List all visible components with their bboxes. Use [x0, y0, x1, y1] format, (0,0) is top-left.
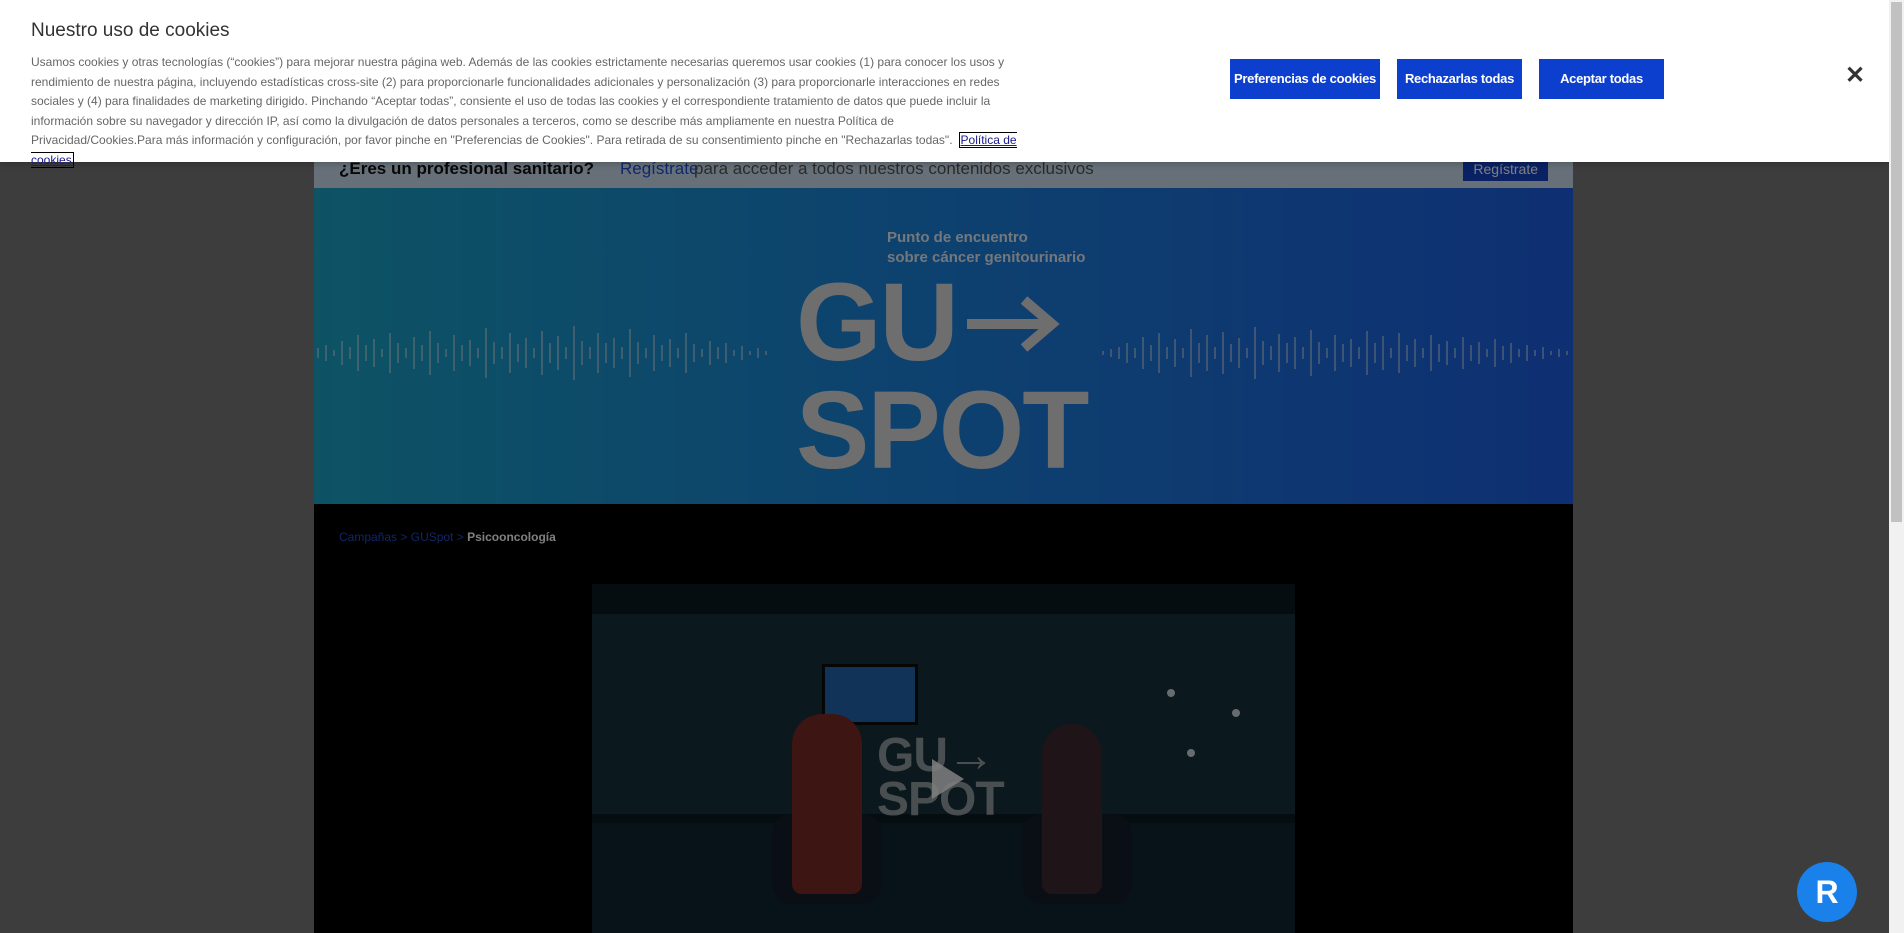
chat-assistant-icon: R	[1815, 874, 1839, 910]
accept-all-button[interactable]: Aceptar todas	[1539, 59, 1664, 99]
close-icon[interactable]: ✕	[1845, 64, 1865, 88]
cookie-banner-title: Nuestro uso de cookies	[31, 20, 230, 41]
reject-all-button[interactable]: Rechazarlas todas	[1397, 59, 1522, 99]
cookie-banner-text: Usamos cookies y otras tecnologías (“coo…	[31, 53, 1021, 171]
chat-assistant-button[interactable]: R	[1797, 862, 1857, 922]
cookie-preferences-button[interactable]: Preferencias de cookies	[1230, 59, 1380, 99]
cookie-text-body: Usamos cookies y otras tecnologías (“coo…	[31, 55, 1005, 148]
scrollbar-thumb[interactable]	[1891, 2, 1902, 522]
cookie-banner: Nuestro uso de cookies Usamos cookies y …	[0, 0, 1889, 168]
scrollbar[interactable]	[1889, 0, 1904, 933]
